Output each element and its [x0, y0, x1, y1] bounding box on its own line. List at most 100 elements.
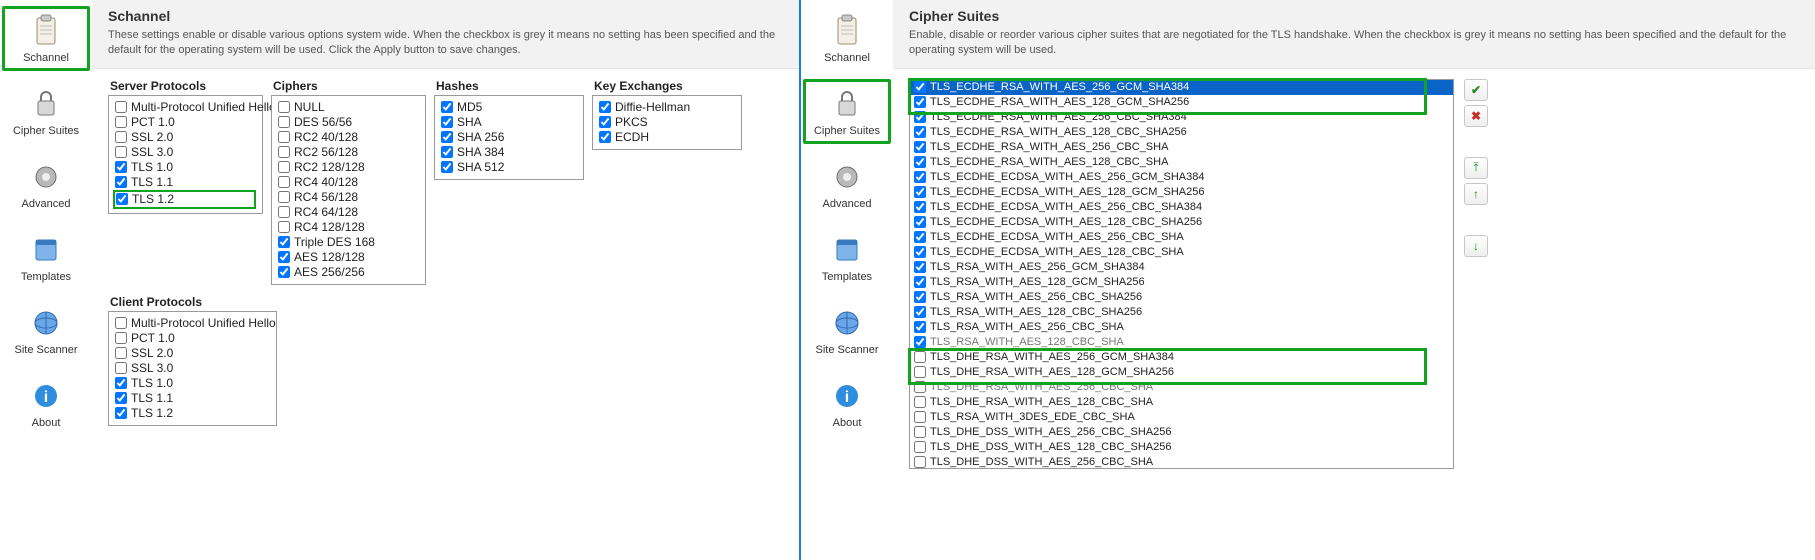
option-row[interactable]: NULL [278, 100, 419, 115]
option-checkbox[interactable] [441, 146, 453, 158]
cipher-suite-checkbox[interactable] [914, 231, 926, 243]
option-checkbox[interactable] [115, 161, 127, 173]
option-checkbox[interactable] [115, 101, 127, 113]
cipher-suite-checkbox[interactable] [914, 156, 926, 168]
option-row[interactable]: RC4 64/128 [278, 205, 419, 220]
cipher-suite-checkbox[interactable] [914, 306, 926, 318]
option-checkbox[interactable] [278, 161, 290, 173]
sidebar-item-templates[interactable]: Templates [803, 225, 891, 290]
cipher-suite-row[interactable]: TLS_ECDHE_RSA_WITH_AES_128_GCM_SHA256 [910, 95, 1453, 110]
cipher-suite-row[interactable]: TLS_RSA_WITH_AES_256_GCM_SHA384 [910, 260, 1453, 275]
cipher-suite-checkbox[interactable] [914, 96, 926, 108]
cipher-suite-checkbox[interactable] [914, 411, 926, 423]
cipher-suite-checkbox[interactable] [914, 171, 926, 183]
option-row[interactable]: SSL 3.0 [115, 145, 256, 160]
sidebar-item-cipher-suites[interactable]: Cipher Suites [803, 79, 891, 144]
option-checkbox[interactable] [115, 146, 127, 158]
cipher-suite-checkbox[interactable] [914, 216, 926, 228]
cipher-suites-list[interactable]: TLS_ECDHE_RSA_WITH_AES_256_GCM_SHA384TLS… [909, 79, 1454, 469]
sidebar-item-site-scanner[interactable]: Site Scanner [2, 298, 90, 363]
option-checkbox[interactable] [278, 266, 290, 278]
option-row[interactable]: MD5 [441, 100, 577, 115]
cipher-suite-checkbox[interactable] [914, 261, 926, 273]
cipher-suite-checkbox[interactable] [914, 396, 926, 408]
option-row[interactable]: SHA [441, 115, 577, 130]
option-row[interactable]: TLS 1.2 [115, 406, 270, 421]
cipher-suite-checkbox[interactable] [914, 201, 926, 213]
option-checkbox[interactable] [115, 392, 127, 404]
cipher-suite-row[interactable]: TLS_ECDHE_ECDSA_WITH_AES_128_CBC_SHA256 [910, 215, 1453, 230]
move-up-button[interactable]: ↑ [1464, 183, 1488, 205]
cipher-suite-row[interactable]: TLS_ECDHE_ECDSA_WITH_AES_256_CBC_SHA [910, 230, 1453, 245]
cipher-suite-row[interactable]: TLS_ECDHE_RSA_WITH_AES_128_CBC_SHA [910, 155, 1453, 170]
option-checkbox[interactable] [278, 251, 290, 263]
option-checkbox[interactable] [441, 101, 453, 113]
option-row[interactable]: RC2 40/128 [278, 130, 419, 145]
option-checkbox[interactable] [115, 116, 127, 128]
option-row[interactable]: AES 256/256 [278, 265, 419, 280]
option-row[interactable]: PCT 1.0 [115, 331, 270, 346]
option-row[interactable]: SSL 2.0 [115, 130, 256, 145]
sidebar-item-site-scanner[interactable]: Site Scanner [803, 298, 891, 363]
cipher-suite-row[interactable]: TLS_DHE_RSA_WITH_AES_128_GCM_SHA256 [910, 365, 1453, 380]
option-row[interactable]: SSL 3.0 [115, 361, 270, 376]
sidebar-item-schannel[interactable]: Schannel [2, 6, 90, 71]
option-checkbox[interactable] [115, 362, 127, 374]
option-checkbox[interactable] [116, 193, 128, 205]
cipher-suite-row[interactable]: TLS_DHE_DSS_WITH_AES_256_CBC_SHA [910, 455, 1453, 469]
option-checkbox[interactable] [441, 161, 453, 173]
option-row[interactable]: SHA 512 [441, 160, 577, 175]
cipher-suite-checkbox[interactable] [914, 351, 926, 363]
option-checkbox[interactable] [599, 101, 611, 113]
option-checkbox[interactable] [278, 221, 290, 233]
option-row[interactable]: AES 128/128 [278, 250, 419, 265]
option-checkbox[interactable] [278, 176, 290, 188]
option-row[interactable]: DES 56/56 [278, 115, 419, 130]
cipher-suite-row[interactable]: TLS_DHE_RSA_WITH_AES_128_CBC_SHA [910, 395, 1453, 410]
cipher-suite-row[interactable]: TLS_RSA_WITH_AES_128_CBC_SHA256 [910, 305, 1453, 320]
option-checkbox[interactable] [278, 206, 290, 218]
cipher-suite-checkbox[interactable] [914, 276, 926, 288]
option-checkbox[interactable] [115, 347, 127, 359]
option-checkbox[interactable] [599, 116, 611, 128]
option-checkbox[interactable] [115, 176, 127, 188]
option-row[interactable]: SSL 2.0 [115, 346, 270, 361]
cipher-suite-checkbox[interactable] [914, 126, 926, 138]
option-row[interactable]: Triple DES 168 [278, 235, 419, 250]
cipher-suite-row[interactable]: TLS_RSA_WITH_AES_256_CBC_SHA [910, 320, 1453, 335]
enable-button[interactable]: ✔ [1464, 79, 1488, 101]
cipher-suite-row[interactable]: TLS_DHE_DSS_WITH_AES_128_CBC_SHA256 [910, 440, 1453, 455]
option-checkbox[interactable] [441, 116, 453, 128]
cipher-suite-row[interactable]: TLS_RSA_WITH_AES_256_CBC_SHA256 [910, 290, 1453, 305]
sidebar-item-about[interactable]: iAbout [2, 371, 90, 436]
move-down-button[interactable]: ↓ [1464, 235, 1488, 257]
option-row[interactable]: RC4 128/128 [278, 220, 419, 235]
option-row[interactable]: TLS 1.0 [115, 160, 256, 175]
option-row[interactable]: TLS 1.0 [115, 376, 270, 391]
cipher-suite-row[interactable]: TLS_ECDHE_ECDSA_WITH_AES_256_GCM_SHA384 [910, 170, 1453, 185]
cipher-suite-checkbox[interactable] [914, 441, 926, 453]
sidebar-item-advanced[interactable]: Advanced [803, 152, 891, 217]
cipher-suite-checkbox[interactable] [914, 366, 926, 378]
option-row[interactable]: RC4 40/128 [278, 175, 419, 190]
option-checkbox[interactable] [441, 131, 453, 143]
cipher-suite-row[interactable]: TLS_DHE_RSA_WITH_AES_256_GCM_SHA384 [910, 350, 1453, 365]
cipher-suite-checkbox[interactable] [914, 321, 926, 333]
cipher-suite-row[interactable]: TLS_ECDHE_RSA_WITH_AES_256_CBC_SHA384 [910, 110, 1453, 125]
sidebar-item-cipher-suites[interactable]: Cipher Suites [2, 79, 90, 144]
cipher-suite-row[interactable]: TLS_RSA_WITH_AES_128_GCM_SHA256 [910, 275, 1453, 290]
option-checkbox[interactable] [278, 191, 290, 203]
cipher-suite-checkbox[interactable] [914, 246, 926, 258]
cipher-suite-checkbox[interactable] [914, 81, 926, 93]
sidebar-item-advanced[interactable]: Advanced [2, 152, 90, 217]
option-checkbox[interactable] [278, 146, 290, 158]
cipher-suite-checkbox[interactable] [914, 186, 926, 198]
cipher-suite-row[interactable]: TLS_RSA_WITH_AES_128_CBC_SHA [910, 335, 1453, 350]
cipher-suite-checkbox[interactable] [914, 426, 926, 438]
option-checkbox[interactable] [278, 116, 290, 128]
cipher-suite-row[interactable]: TLS_ECDHE_RSA_WITH_AES_256_CBC_SHA [910, 140, 1453, 155]
option-row[interactable]: SHA 256 [441, 130, 577, 145]
cipher-suite-row[interactable]: TLS_ECDHE_RSA_WITH_AES_128_CBC_SHA256 [910, 125, 1453, 140]
option-row[interactable]: Diffie-Hellman [599, 100, 735, 115]
option-row[interactable]: Multi-Protocol Unified Hello [115, 316, 270, 331]
